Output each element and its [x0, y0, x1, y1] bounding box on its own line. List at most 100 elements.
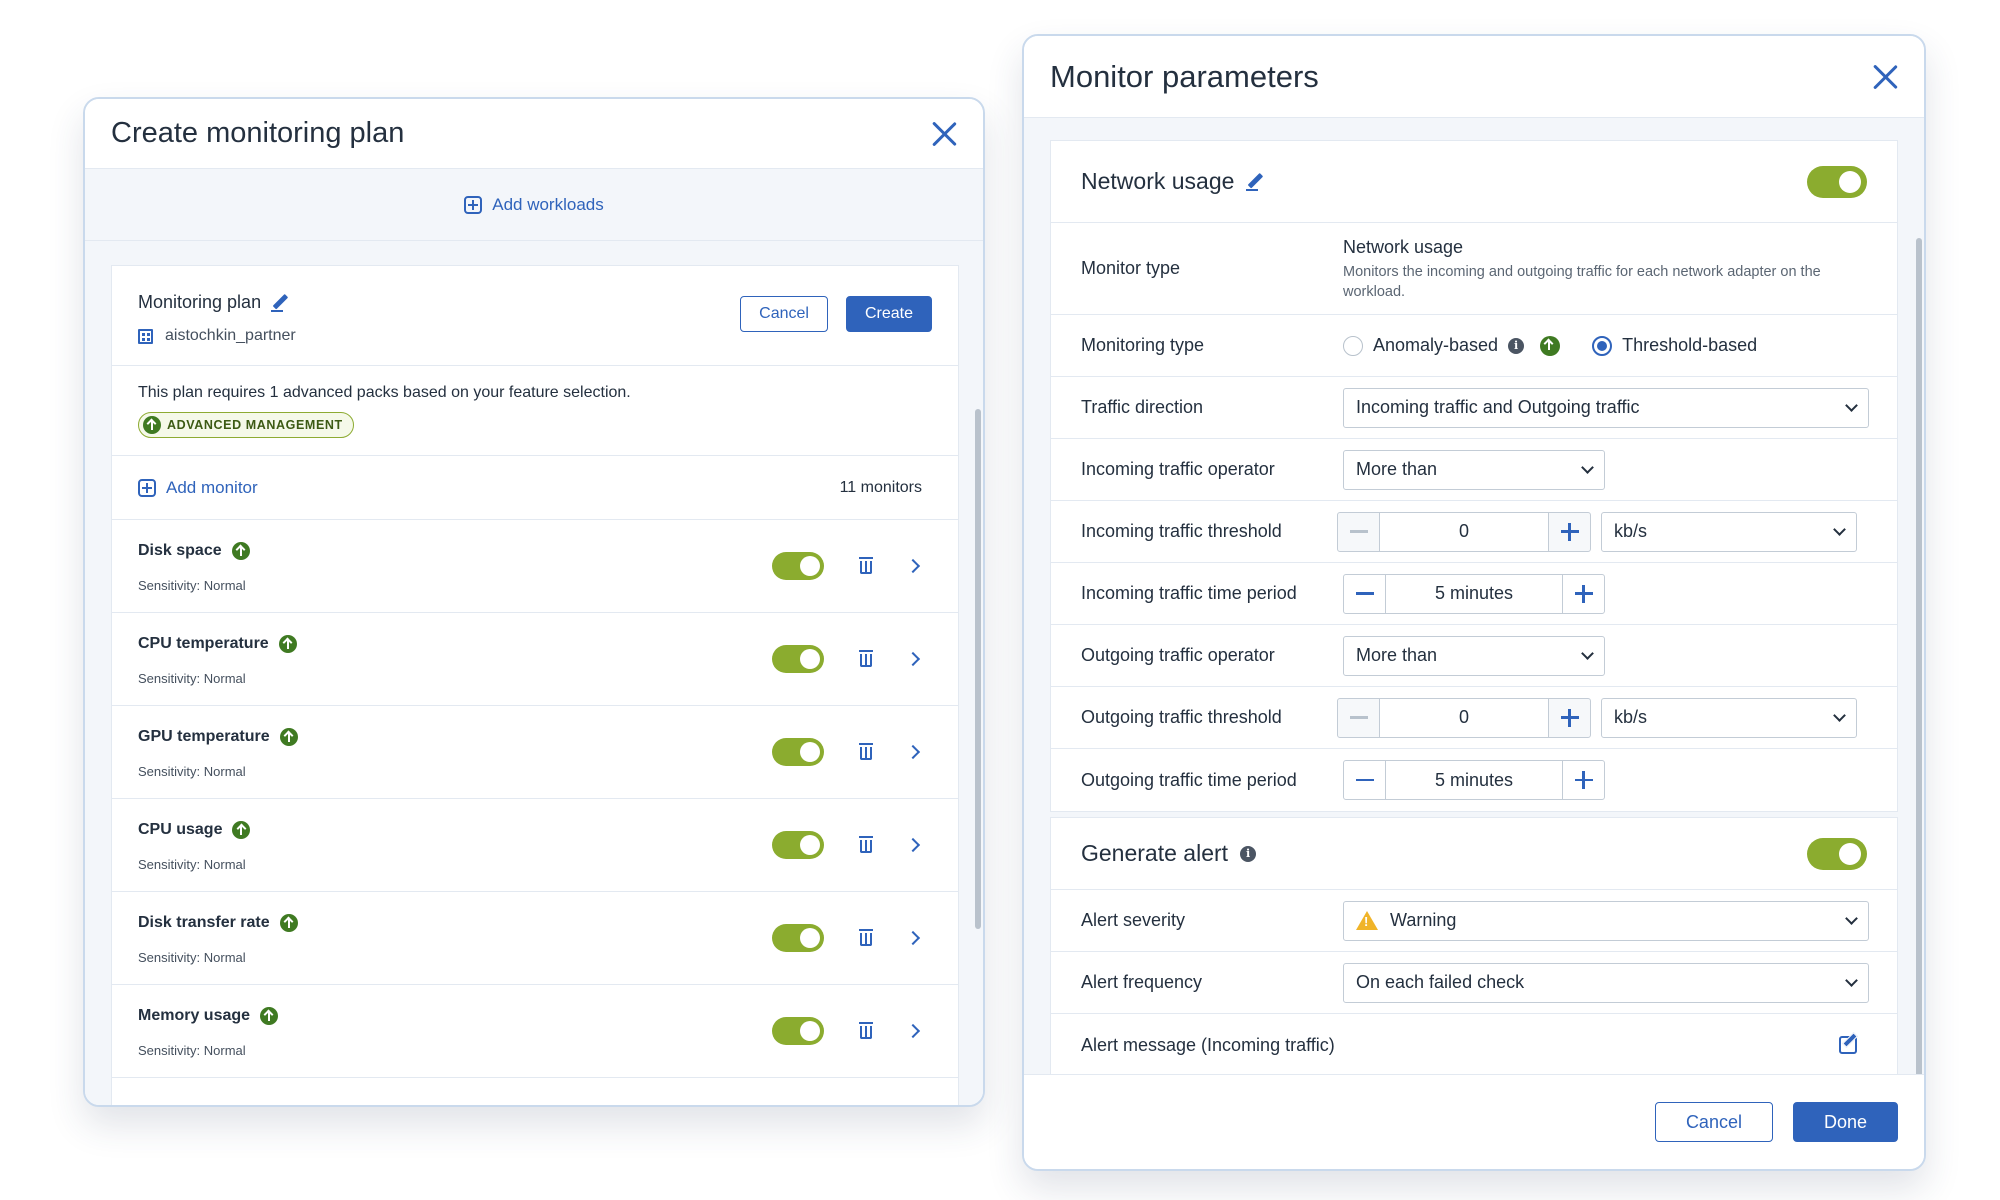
generate-alert-toggle[interactable] — [1807, 837, 1867, 870]
monitor-type-row: Monitor type Network usage Monitors the … — [1051, 223, 1897, 315]
close-icon[interactable] — [931, 121, 957, 147]
monitor-row[interactable]: Disk space Sensitivity: Normal — [112, 520, 958, 613]
warning-icon — [1356, 911, 1378, 930]
monitor-count: 11 monitors — [839, 478, 922, 496]
alert-severity-row: Alert severity Warning — [1051, 890, 1897, 952]
info-icon[interactable]: i — [1240, 845, 1257, 862]
plan-name: Monitoring plan — [138, 292, 262, 312]
threshold-radio[interactable] — [1592, 335, 1613, 356]
traffic-direction-field: Incoming traffic and Outgoing traffic — [1343, 387, 1869, 428]
trash-icon[interactable] — [858, 836, 874, 854]
trash-icon[interactable] — [858, 1022, 874, 1040]
close-icon[interactable] — [1872, 64, 1898, 90]
cancel-button[interactable]: Cancel — [740, 296, 828, 332]
incoming-period-row: Incoming traffic time period 5 minutes — [1051, 563, 1897, 625]
incoming-threshold-field: 0 kb/s — [1337, 511, 1857, 552]
monitor-toggle[interactable] — [772, 1017, 824, 1045]
incoming-operator-select[interactable]: More than — [1343, 449, 1605, 490]
chevron-right-icon[interactable] — [905, 837, 921, 853]
trash-icon[interactable] — [858, 929, 874, 947]
chevron-right-icon[interactable] — [905, 930, 921, 946]
plus-icon[interactable] — [1548, 698, 1590, 737]
monitor-toggle[interactable] — [772, 645, 824, 673]
outgoing-operator-select[interactable]: More than — [1343, 635, 1605, 676]
requirement-notice: This plan requires 1 advanced packs base… — [112, 366, 958, 456]
incoming-unit-select[interactable]: kb/s — [1601, 511, 1857, 552]
incoming-operator-row: Incoming traffic operator More than — [1051, 439, 1897, 501]
alert-severity-select[interactable]: Warning — [1343, 900, 1869, 941]
monitor-type-value-block: Network usage Monitors the incoming and … — [1343, 237, 1863, 302]
chevron-right-icon[interactable] — [905, 558, 921, 574]
add-monitor-button[interactable]: Add monitor — [138, 478, 258, 498]
badge-label: ADVANCED MANAGEMENT — [167, 418, 343, 432]
monitoring-type-label: Monitoring type — [1081, 335, 1205, 355]
monitoring-type-options: Anomaly-based i Threshold-based — [1343, 335, 1757, 356]
monitor-name-row: Disk space — [138, 542, 250, 560]
outgoing-period-value[interactable]: 5 minutes — [1386, 761, 1562, 799]
generate-alert-section: Generate alert i Alert severity Warning — [1050, 817, 1898, 1076]
monitor-sensitivity: Sensitivity: Normal — [138, 950, 246, 965]
monitor-sensitivity: Sensitivity: Normal — [138, 764, 246, 779]
done-button[interactable]: Done — [1792, 1102, 1898, 1142]
monitor-toggle[interactable] — [772, 738, 824, 766]
monitor-row[interactable]: Disk transfer rate Sensitivity: Normal — [112, 892, 958, 985]
trash-icon[interactable] — [858, 557, 874, 575]
upgrade-arrow-icon — [232, 821, 251, 839]
monitor-row[interactable]: CPU usage Sensitivity: Normal — [112, 799, 958, 892]
create-button[interactable]: Create — [845, 296, 932, 332]
incoming-period-value[interactable]: 5 minutes — [1386, 575, 1562, 613]
chevron-down-icon — [1845, 973, 1858, 987]
outgoing-unit-select[interactable]: kb/s — [1601, 697, 1857, 738]
network-usage-toggle[interactable] — [1807, 165, 1867, 198]
plus-icon[interactable] — [1562, 761, 1604, 799]
edit-icon[interactable] — [1839, 1036, 1857, 1054]
monitor-controls — [772, 1017, 922, 1045]
minus-icon[interactable] — [1338, 512, 1380, 551]
scrollbar[interactable] — [1916, 238, 1922, 1076]
chevron-right-icon[interactable] — [905, 1023, 921, 1039]
minus-icon[interactable] — [1338, 698, 1380, 737]
upgrade-arrow-icon — [1540, 335, 1561, 356]
advanced-management-badge: ADVANCED MANAGEMENT — [138, 412, 354, 438]
minus-icon[interactable] — [1344, 761, 1386, 799]
pencil-icon[interactable] — [271, 294, 289, 312]
chevron-right-icon[interactable] — [905, 744, 921, 760]
chevron-down-icon — [1845, 911, 1858, 925]
monitor-controls — [772, 924, 922, 952]
dialog-body: Network usage Monitor type Network usage… — [1024, 118, 1924, 1076]
monitor-name-row: Disk transfer rate — [138, 914, 298, 932]
alert-frequency-select[interactable]: On each failed check — [1343, 962, 1869, 1003]
monitor-name: Memory usage — [138, 1007, 251, 1024]
info-icon[interactable]: i — [1508, 337, 1525, 354]
incoming-threshold-value[interactable]: 0 — [1380, 512, 1548, 551]
outgoing-threshold-value[interactable]: 0 — [1380, 698, 1548, 737]
add-workloads-button[interactable]: Add workloads — [464, 195, 604, 215]
anomaly-radio[interactable] — [1343, 335, 1363, 356]
pencil-icon[interactable] — [1246, 173, 1264, 191]
monitor-row[interactable]: Memory usage Sensitivity: Normal — [112, 985, 958, 1078]
monitor-type-value: Network usage — [1343, 237, 1464, 257]
scrollbar[interactable] — [975, 409, 981, 929]
cancel-button[interactable]: Cancel — [1654, 1102, 1773, 1142]
alert-severity-field: Warning — [1343, 900, 1869, 941]
upgrade-arrow-icon — [279, 728, 298, 746]
upgrade-arrow-icon — [279, 914, 298, 932]
plus-icon[interactable] — [1548, 512, 1590, 551]
minus-icon[interactable] — [1344, 574, 1386, 613]
traffic-direction-select[interactable]: Incoming traffic and Outgoing traffic — [1343, 387, 1869, 428]
outgoing-threshold-field: 0 kb/s — [1337, 697, 1857, 738]
chevron-down-icon — [1845, 398, 1858, 412]
monitor-row[interactable]: GPU temperature Sensitivity: Normal — [112, 706, 958, 799]
monitor-toggle[interactable] — [772, 831, 824, 859]
outgoing-period-label: Outgoing traffic time period — [1081, 769, 1297, 790]
monitor-toggle[interactable] — [772, 924, 824, 952]
alert-message-label: Alert message (Incoming traffic) — [1081, 1034, 1335, 1055]
section-title: Generate alert — [1081, 840, 1229, 866]
monitor-toggle[interactable] — [772, 552, 824, 580]
chevron-right-icon[interactable] — [905, 651, 921, 667]
monitor-controls — [772, 645, 922, 673]
trash-icon[interactable] — [858, 650, 874, 668]
trash-icon[interactable] — [858, 743, 874, 761]
monitor-row[interactable]: CPU temperature Sensitivity: Normal — [112, 613, 958, 706]
plus-icon[interactable] — [1562, 574, 1604, 613]
